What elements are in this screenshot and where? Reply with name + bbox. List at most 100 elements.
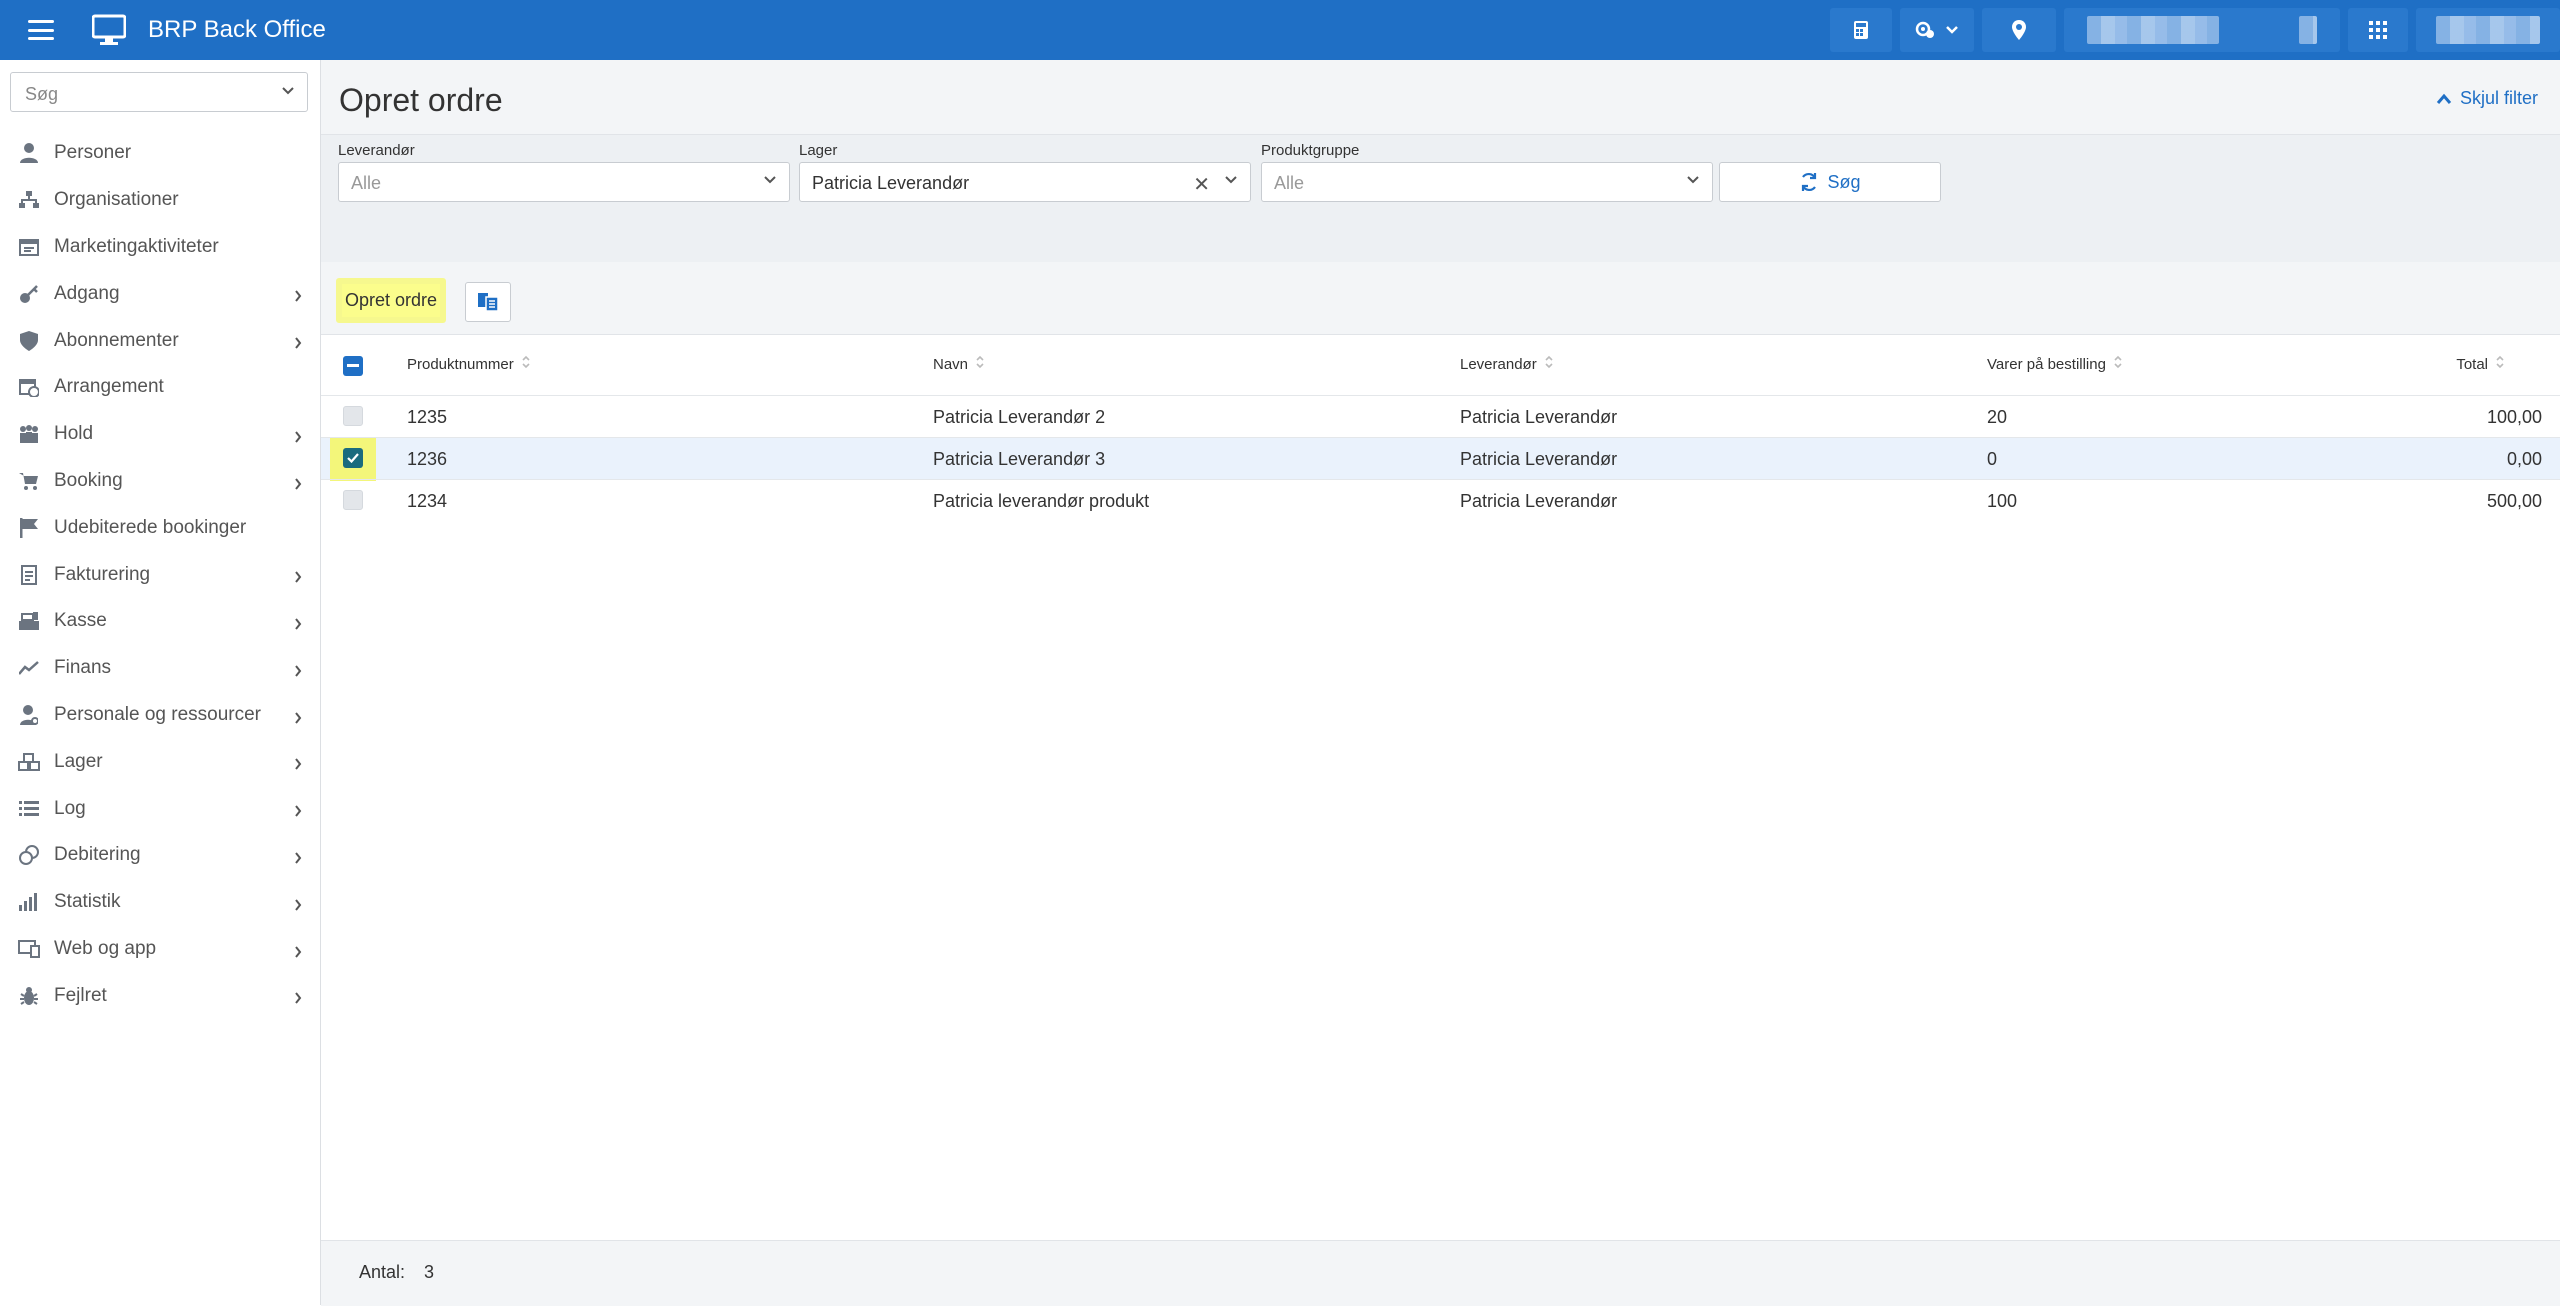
cash-register-icon	[18, 610, 40, 632]
col-total-header[interactable]: Total	[2456, 355, 2504, 373]
sidebar-item-marketingaktiviteter[interactable]: Marketingaktiviteter	[0, 224, 320, 271]
sidebar-item-label: Lager	[54, 750, 103, 772]
row-checkbox[interactable]	[343, 406, 363, 426]
count-label: Antal:	[359, 1262, 406, 1282]
chevron-right-icon	[294, 895, 302, 917]
sidebar-item-label: Debitering	[54, 844, 141, 866]
chevron-down-icon	[1946, 26, 1958, 34]
search-input[interactable]: Søg	[10, 72, 308, 112]
chevron-right-icon	[294, 661, 302, 683]
sidebar-nav: Personer Organisationer Marketingaktivitet…	[0, 130, 320, 1019]
map-pin-icon	[2012, 20, 2026, 40]
key-icon	[18, 283, 40, 305]
select-all-checkbox[interactable]	[343, 356, 363, 376]
location-settings-dropdown[interactable]	[1900, 8, 1974, 52]
sort-icon[interactable]	[2496, 355, 2504, 373]
account-menu[interactable]	[2416, 8, 2560, 52]
sidebar-item-lager[interactable]: Lager	[0, 738, 320, 785]
apps-grid-icon	[2369, 21, 2387, 39]
col-navn-cell: Patricia Leverandør 2	[933, 407, 1106, 427]
search-button-label: Søg	[1827, 171, 1861, 192]
sidebar-item-label: Log	[54, 797, 86, 819]
col-leverandor-cell: Patricia Leverandør	[1460, 449, 1618, 469]
create-order-label: Opret ordre	[344, 290, 438, 310]
chevron-right-icon	[294, 708, 302, 730]
row-checkbox[interactable]	[343, 448, 363, 468]
chevron-right-icon	[294, 427, 302, 449]
sidebar-item-kasse[interactable]: Kasse	[0, 598, 320, 645]
cart-icon	[18, 470, 40, 492]
sidebar-item-organisationer[interactable]: Organisationer	[0, 177, 320, 224]
column-label: Produktnummer	[407, 355, 514, 373]
location-button[interactable]	[1982, 8, 2056, 52]
user-info-area[interactable]	[2064, 8, 2340, 52]
sidebar-item-booking[interactable]: Booking	[0, 458, 320, 505]
sidebar-item-hold[interactable]: Hold	[0, 411, 320, 458]
sidebar-item-debitering[interactable]: Debitering	[0, 832, 320, 879]
chevron-right-icon	[294, 848, 302, 870]
menu-icon[interactable]	[28, 20, 54, 40]
orders-table: Produktnummer Navn Leverandør Varer på best…	[321, 334, 2560, 1241]
column-label: Navn	[933, 355, 969, 373]
sidebar-item-statistik[interactable]: Statistik	[0, 879, 320, 926]
table-row[interactable]: 1234 Patricia leverandør produkt Patricia …	[321, 479, 2560, 522]
col-leverandor-header[interactable]: Leverandør	[1460, 355, 1553, 373]
col-produktnummer-header[interactable]: Produktnummer	[407, 355, 530, 373]
sidebar-item-finans[interactable]: Finans	[0, 645, 320, 692]
col-navn-header[interactable]: Navn	[933, 355, 984, 373]
sidebar-item-personer[interactable]: Personer	[0, 130, 320, 177]
hide-filter-button[interactable]: Skjul filter	[2436, 88, 2538, 109]
search-button[interactable]: Søg	[1719, 162, 1941, 202]
sidebar-item-adgang[interactable]: Adgang	[0, 270, 320, 317]
col-varer-cell: 20	[1987, 407, 2008, 427]
sidebar-item-fakturering[interactable]: Fakturering	[0, 551, 320, 598]
sort-icon[interactable]	[976, 355, 984, 373]
table-row[interactable]: 1235 Patricia Leverandør 2 Patricia Levera…	[321, 395, 2560, 438]
action-bar: Opret ordre	[321, 262, 2560, 334]
produktgruppe-select[interactable]: Alle	[1261, 162, 1713, 202]
bar-chart-icon	[18, 891, 40, 913]
sidebar-item-label: Fakturering	[54, 563, 151, 585]
sidebar-item-fejlret[interactable]: Fejlret	[0, 972, 320, 1019]
col-leverandor-cell: Patricia Leverandør	[1460, 491, 1618, 511]
chevron-right-icon	[294, 286, 302, 308]
main-content: Opret ordre Skjul filter Leverandør Alle…	[321, 60, 2560, 1306]
leverandor-select[interactable]: Alle	[338, 162, 790, 202]
calculator-icon	[1854, 21, 1868, 39]
chevron-right-icon	[294, 942, 302, 964]
sidebar-item-label: Kasse	[54, 610, 107, 632]
col-varer-cell: 100	[1987, 491, 2018, 511]
location-gear-icon	[1915, 21, 1934, 38]
sort-icon[interactable]	[2114, 355, 2122, 373]
table-footer: Antal: 3	[321, 1240, 2560, 1306]
sidebar-item-label: Udebiterede bookinger	[54, 516, 247, 538]
sidebar-item-log[interactable]: Log	[0, 785, 320, 832]
sidebar-item-label: Hold	[54, 423, 94, 445]
sidebar-item-abonnementer[interactable]: Abonnementer	[0, 317, 320, 364]
apps-grid-button[interactable]	[2348, 8, 2408, 52]
produktgruppe-placeholder: Alle	[1274, 173, 1305, 193]
sidebar-item-udebiterede-bookinger[interactable]: Udebiterede bookinger	[0, 504, 320, 551]
col-varer-header[interactable]: Varer på bestilling	[1987, 355, 2122, 373]
search-placeholder: Søg	[25, 84, 59, 104]
export-excel-button[interactable]	[465, 282, 511, 322]
sidebar-item-arrangement[interactable]: Arrangement	[0, 364, 320, 411]
col-produktnummer-cell: 1234	[407, 491, 448, 511]
sidebar-item-personale-og-ressourcer[interactable]: Personale og ressourcer	[0, 692, 320, 739]
table-row[interactable]: 1236 Patricia Leverandør 3 Patricia Levera…	[321, 437, 2560, 481]
redacted-block	[2087, 16, 2219, 44]
sort-icon[interactable]	[522, 355, 530, 373]
calculator-button[interactable]	[1830, 8, 1892, 52]
sidebar-item-label: Statistik	[54, 891, 121, 913]
lager-value: Patricia Leverandør	[812, 173, 970, 193]
sidebar-item-web-og-app[interactable]: Web og app	[0, 926, 320, 973]
chevron-down-icon	[1687, 176, 1699, 184]
create-order-button[interactable]: Opret ordre	[336, 278, 446, 323]
clear-icon[interactable]: ✕	[1193, 172, 1210, 197]
sort-icon[interactable]	[1545, 355, 1553, 373]
leverandor-label: Leverandør	[338, 142, 415, 159]
chevron-right-icon	[294, 333, 302, 355]
row-checkbox[interactable]	[343, 490, 363, 510]
bug-icon	[18, 985, 40, 1007]
lager-select[interactable]: Patricia Leverandør ✕	[799, 162, 1251, 202]
